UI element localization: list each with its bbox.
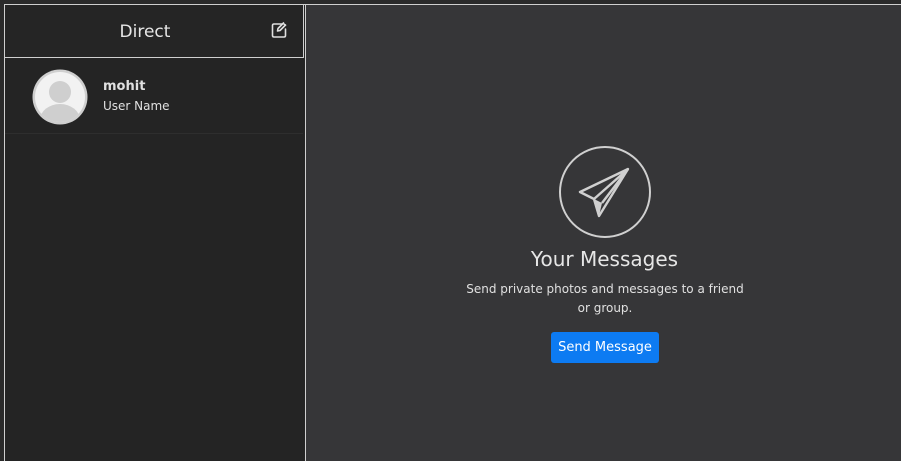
conversation-name: mohit: [103, 79, 146, 94]
empty-state-title: Your Messages: [530, 247, 679, 271]
send-message-button[interactable]: Send Message: [551, 332, 659, 363]
sidebar-title: Direct: [119, 22, 171, 42]
user-avatar-icon: [32, 69, 88, 125]
messages-empty-state: Your Messages Send private photos and me…: [306, 5, 901, 461]
paper-plane-icon: [559, 146, 651, 238]
conversation-subtitle: User Name: [103, 99, 170, 113]
sidebar-header: Direct: [5, 5, 304, 58]
conversation-item[interactable]: mohit User Name: [5, 60, 303, 134]
edit-icon[interactable]: [270, 20, 290, 40]
empty-state-description: Send private photos and messages to a fr…: [466, 282, 744, 315]
messenger-window: Direct mohit User Name Your Messages Sen…: [4, 4, 901, 461]
conversation-sidebar: Direct mohit User Name: [5, 5, 306, 461]
